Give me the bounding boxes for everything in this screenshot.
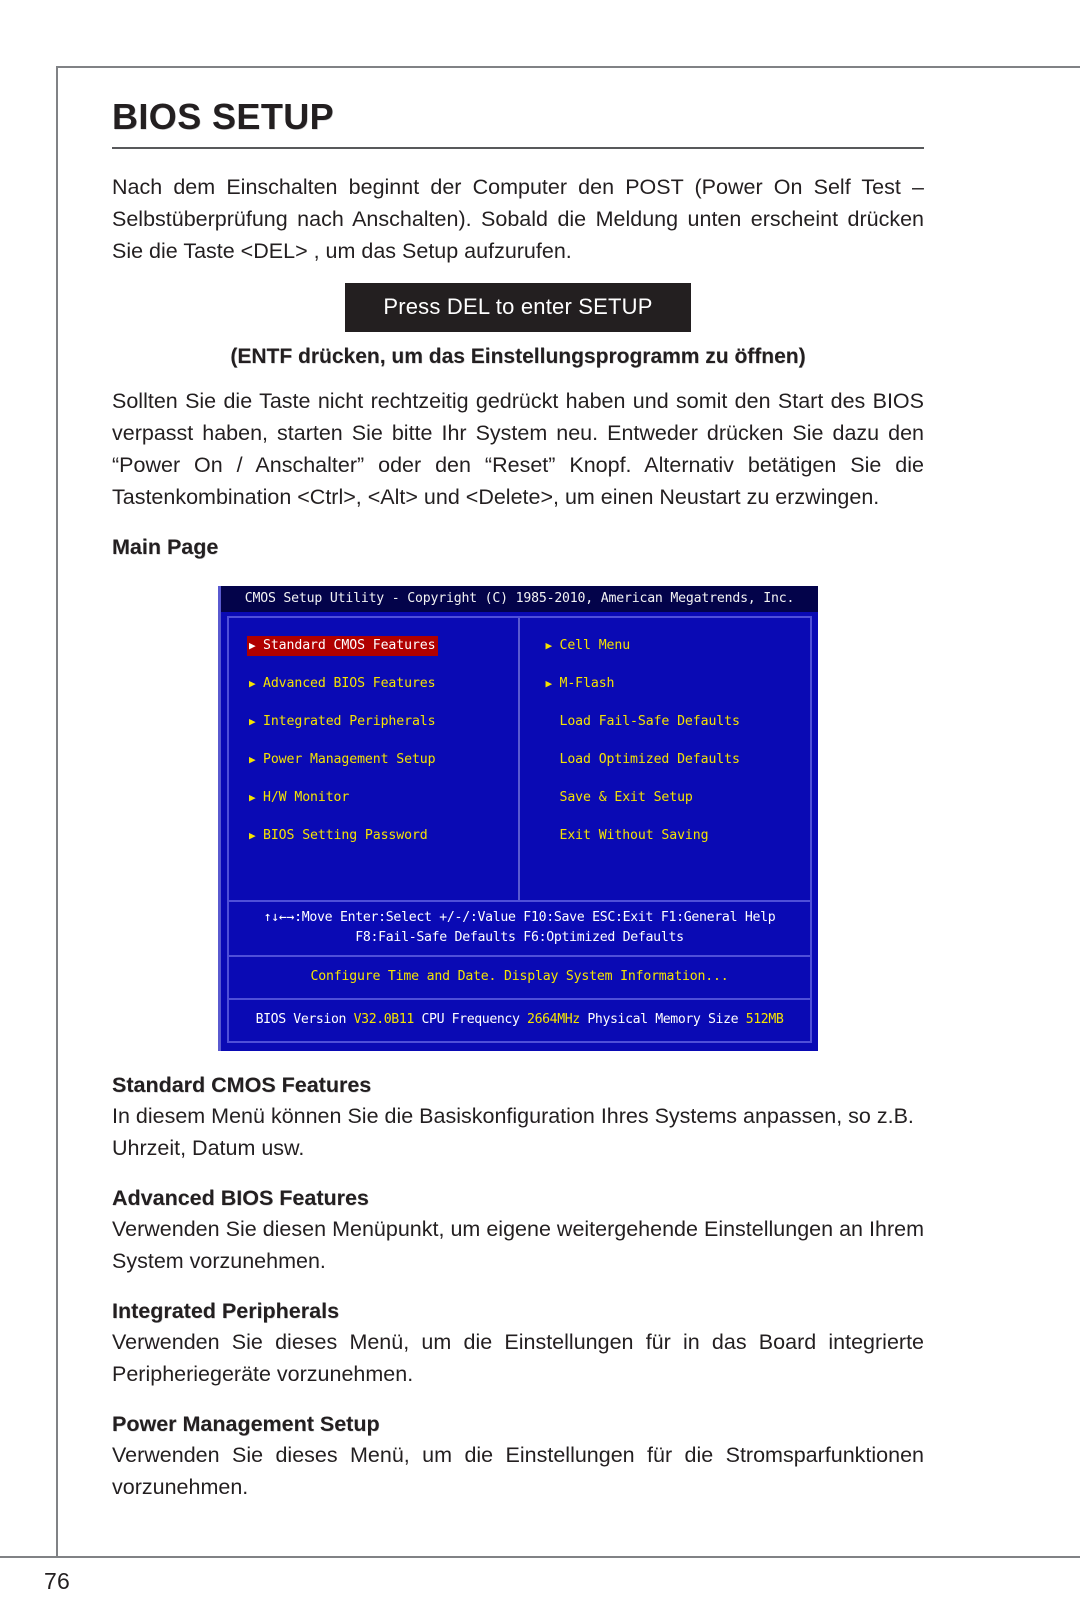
bios-key-help-line-1: ↑↓←→:Move Enter:Select +/-/:Value F10:Sa… [263, 910, 776, 925]
main-page-heading: Main Page [112, 535, 219, 559]
bios-body: ▶ Standard CMOS Features ▶ Advanced BIOS… [221, 612, 818, 1051]
page-frame-top-rule [56, 66, 1080, 68]
menu-arrow-icon: ▶ [545, 677, 553, 690]
bios-hint-line: Configure Time and Date. Display System … [227, 955, 812, 998]
bios-status-line: BIOS Version V32.0B11 CPU Frequency 2664… [227, 998, 812, 1043]
bios-menu-item-save-and-exit-setup[interactable]: ▶ Save & Exit Setup [544, 788, 696, 808]
page-frame-left-rule [56, 66, 58, 1558]
bios-menu-item-exit-without-saving[interactable]: ▶ Exit Without Saving [544, 826, 712, 846]
intro-paragraph: Nach dem Einschalten beginnt der Compute… [112, 175, 924, 263]
menu-arrow-icon: ▶ [545, 639, 553, 652]
section-body-advanced-bios-features: Verwenden Sie diesen Menüpunkt, um eigen… [112, 1217, 924, 1273]
cpu-frequency-label: CPU Frequency [421, 1012, 520, 1027]
bios-menu-item-power-management-setup[interactable]: ▶ Power Management Setup [247, 750, 438, 770]
bios-menu-item-label: H/W Monitor [263, 790, 350, 805]
page-content: BIOS SETUP Nach dem Einschalten beginnt … [112, 96, 924, 1503]
bios-menu-column-left: ▶ Standard CMOS Features ▶ Advanced BIOS… [229, 618, 520, 900]
bios-menu-item-label: M-Flash [559, 676, 615, 691]
menu-arrow-icon-placeholder: ▶ [546, 827, 560, 844]
post-message-caption: (ENTF drücken, um das Einstellungsprogra… [230, 345, 806, 368]
title-underline [112, 147, 924, 149]
menu-arrow-icon-placeholder: ▶ [546, 751, 560, 768]
menu-arrow-icon: ▶ [249, 753, 256, 766]
post-message-banner-wrap: Press DEL to enter SETUP [112, 283, 924, 332]
bios-footer-padding [227, 1043, 812, 1051]
menu-arrow-icon: ▶ [249, 715, 256, 728]
section-heading-power-management-setup: Power Management Setup [112, 1412, 380, 1436]
bios-menu-item-label: Cell Menu [559, 638, 631, 653]
bios-setup-screen: CMOS Setup Utility - Copyright (C) 1985-… [218, 586, 818, 1051]
menu-arrow-icon: ▶ [249, 791, 256, 804]
bios-menu-item-advanced-bios-features[interactable]: ▶ Advanced BIOS Features [247, 674, 438, 694]
menu-arrow-icon-placeholder: ▶ [546, 789, 560, 806]
reboot-paragraph: Sollten Sie die Taste nicht rechtzeitig … [112, 389, 924, 509]
bios-menu-item-label: BIOS Setting Password [263, 828, 428, 843]
menu-arrow-icon-placeholder: ▶ [546, 713, 560, 730]
bios-menu-column-right: ▶ Cell Menu ▶ M-Flash ▶ Load Fail-Safe D… [520, 618, 811, 900]
cpu-frequency-value: 2664MHz [527, 1012, 580, 1027]
section-body-standard-cmos-features: In diesem Menü können Sie die Basiskonfi… [112, 1104, 914, 1160]
page-number: 76 [44, 1568, 70, 1594]
menu-arrow-icon: ▶ [249, 677, 256, 690]
memory-size-label: Physical Memory Size [587, 1012, 739, 1027]
bios-titlebar: CMOS Setup Utility - Copyright (C) 1985-… [221, 586, 818, 612]
bios-menu-item-label: Load Fail-Safe Defaults [559, 714, 740, 729]
bios-menu-item-label: Advanced BIOS Features [263, 676, 436, 691]
bios-menu-item-bios-setting-password[interactable]: ▶ BIOS Setting Password [247, 826, 431, 846]
page-frame-bottom-rule [0, 1556, 1080, 1558]
bios-menu-item-m-flash[interactable]: ▶ M-Flash [544, 674, 618, 694]
bios-key-help-line-2: F8:Fail-Safe Defaults F6:Optimized Defau… [355, 930, 684, 945]
post-message-banner: Press DEL to enter SETUP [345, 283, 691, 332]
section-heading-integrated-peripherals: Integrated Peripherals [112, 1299, 340, 1323]
bios-menu-item-integrated-peripherals[interactable]: ▶ Integrated Peripherals [247, 712, 438, 732]
bios-menu-item-label: Power Management Setup [263, 752, 436, 767]
bios-menu-item-label: Standard CMOS Features [263, 638, 436, 653]
bios-menu-item-label: Exit Without Saving [559, 828, 709, 843]
bios-menu-item-load-fail-safe-defaults[interactable]: ▶ Load Fail-Safe Defaults [544, 712, 743, 732]
bios-version-value: V32.0B11 [353, 1012, 415, 1027]
bios-menu-item-cell-menu[interactable]: ▶ Cell Menu [544, 636, 634, 656]
menu-arrow-icon: ▶ [249, 829, 256, 842]
bios-menu-item-label: Load Optimized Defaults [559, 752, 740, 767]
bios-key-help: ↑↓←→:Move Enter:Select +/-/:Value F10:Sa… [227, 900, 812, 955]
bios-menu-item-label: Save & Exit Setup [559, 790, 693, 805]
section-heading-advanced-bios-features: Advanced BIOS Features [112, 1186, 369, 1210]
bios-menu-panel: ▶ Standard CMOS Features ▶ Advanced BIOS… [227, 616, 812, 900]
section-body-integrated-peripherals: Verwenden Sie dieses Menü, um die Einste… [112, 1330, 924, 1386]
bios-version-label: BIOS Version [255, 1012, 347, 1027]
bios-menu-item-load-optimized-defaults[interactable]: ▶ Load Optimized Defaults [544, 750, 743, 770]
menu-arrow-icon: ▶ [249, 639, 256, 652]
bios-menu-item-hw-monitor[interactable]: ▶ H/W Monitor [247, 788, 352, 808]
bios-menu-item-standard-cmos-features[interactable]: ▶ Standard CMOS Features [247, 636, 439, 656]
section-heading-standard-cmos-features: Standard CMOS Features [112, 1073, 372, 1097]
section-body-power-management-setup: Verwenden Sie dieses Menü, um die Einste… [112, 1443, 924, 1499]
bios-menu-item-label: Integrated Peripherals [263, 714, 436, 729]
bios-screenshot-wrap: CMOS Setup Utility - Copyright (C) 1985-… [112, 586, 924, 1051]
memory-size-value: 512MB [745, 1012, 784, 1027]
page-title: BIOS SETUP [112, 96, 335, 137]
